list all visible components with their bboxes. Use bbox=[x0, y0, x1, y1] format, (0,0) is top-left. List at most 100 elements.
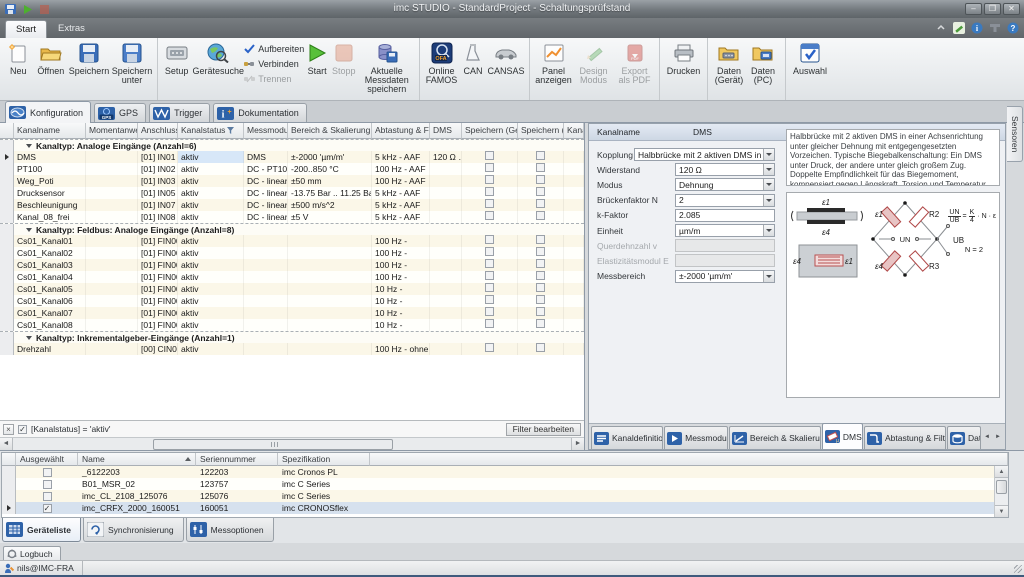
table-row[interactable]: Kanal_08_frei[01] IN08aktivDC - linear±5… bbox=[0, 211, 584, 223]
cell-anschluss[interactable]: [01] IN05 bbox=[138, 187, 178, 199]
dropdown-arrow-icon[interactable] bbox=[763, 271, 774, 282]
cell-dms[interactable] bbox=[430, 259, 462, 271]
cell-kanalstatus[interactable]: aktiv bbox=[178, 163, 244, 175]
cell-messmodus[interactable] bbox=[244, 259, 288, 271]
cell-momentanwert[interactable] bbox=[86, 211, 138, 223]
cell-kanalname[interactable]: Cs01_Kanal06 bbox=[14, 295, 86, 307]
cell-kanalname[interactable]: Cs01_Kanal02 bbox=[14, 247, 86, 259]
cell-dms[interactable]: 120 Ω … bbox=[430, 151, 462, 163]
cell-momentanwert[interactable] bbox=[86, 283, 138, 295]
cell-abtastung[interactable]: 10 Hz - bbox=[372, 319, 430, 331]
cell-kanalname[interactable]: Cs01_Kanal03 bbox=[14, 259, 86, 271]
cell-abtastung[interactable]: 100 Hz - AAF bbox=[372, 163, 430, 175]
row-selector[interactable] bbox=[0, 163, 14, 175]
channel-group-row[interactable]: Kanaltyp: Analoge Eingänge (Anzahl=6) bbox=[0, 139, 584, 151]
cell-device-name[interactable]: imc_CRFX_2000_160051 bbox=[78, 502, 196, 514]
cell-kanalstatus[interactable]: aktiv bbox=[178, 199, 244, 211]
cell-bereich[interactable] bbox=[288, 259, 372, 271]
panel-tab-messmodus[interactable]: Messmodus bbox=[664, 426, 728, 449]
cell-speichern-geraet[interactable] bbox=[462, 235, 518, 247]
cell-dms[interactable] bbox=[430, 199, 462, 211]
cell-kanalstatus[interactable]: aktiv bbox=[178, 307, 244, 319]
header-speichern-pc[interactable]: Speichern (PC) bbox=[518, 123, 564, 139]
connect-button[interactable]: Verbinden bbox=[244, 57, 304, 70]
speichern-pc-checkbox[interactable] bbox=[536, 283, 545, 292]
info-icon[interactable]: i bbox=[971, 22, 983, 34]
scroll-right-arrow[interactable]: ► bbox=[571, 438, 584, 450]
cell-messmodus[interactable]: DMS bbox=[244, 151, 288, 163]
ribbon-tab-extras[interactable]: Extras bbox=[48, 20, 95, 38]
cell-ausgewaehlt[interactable] bbox=[16, 466, 78, 478]
device-row[interactable]: imc_CL_2108_125076125076imc C Series bbox=[2, 490, 1008, 502]
speichern-pc-checkbox[interactable] bbox=[536, 271, 545, 280]
speichern-pc-checkbox[interactable] bbox=[536, 259, 545, 268]
cell-spezifikation[interactable]: imc C Series bbox=[278, 490, 370, 502]
cell-abtastung[interactable]: 10 Hz - bbox=[372, 283, 430, 295]
cell-anschluss[interactable]: [01] FIN004 bbox=[138, 271, 178, 283]
cell-messmodus[interactable] bbox=[244, 235, 288, 247]
device-row[interactable]: B01_MSR_02123757imc C Series bbox=[2, 478, 1008, 490]
header-momentanwert[interactable]: Momentanwert bbox=[86, 123, 138, 139]
cell-dms[interactable] bbox=[430, 283, 462, 295]
speichern-geraet-checkbox[interactable] bbox=[485, 271, 494, 280]
cell-anschluss[interactable]: [01] FIN007 bbox=[138, 307, 178, 319]
table-row[interactable]: Cs01_Kanal03[01] FIN003aktiv100 Hz - bbox=[0, 259, 584, 271]
speichern-geraet-checkbox[interactable] bbox=[485, 163, 494, 172]
cell-speichern-geraet[interactable] bbox=[462, 175, 518, 187]
speichern-pc-checkbox[interactable] bbox=[536, 343, 545, 352]
cell-device-name[interactable]: _6122203 bbox=[78, 466, 196, 478]
cell-abtastung[interactable]: 100 Hz - bbox=[372, 259, 430, 271]
cell-momentanwert[interactable] bbox=[86, 151, 138, 163]
cell-momentanwert[interactable] bbox=[86, 247, 138, 259]
speichern-pc-checkbox[interactable] bbox=[536, 247, 545, 256]
row-selector[interactable] bbox=[0, 211, 14, 223]
filter-edit-button[interactable]: Filter bearbeiten bbox=[506, 423, 581, 436]
cell-speichern-geraet[interactable] bbox=[462, 343, 518, 355]
row-selector[interactable] bbox=[0, 235, 14, 247]
cell-dms[interactable] bbox=[430, 187, 462, 199]
speichern-geraet-checkbox[interactable] bbox=[485, 343, 494, 352]
cell-ausgewaehlt[interactable] bbox=[16, 490, 78, 502]
cell-messmodus[interactable] bbox=[244, 271, 288, 283]
cell-speichern-pc[interactable] bbox=[518, 163, 564, 175]
cell-speichern-pc[interactable] bbox=[518, 271, 564, 283]
speichern-geraet-checkbox[interactable] bbox=[485, 295, 494, 304]
cell-speichern-pc[interactable] bbox=[518, 199, 564, 211]
tab-trigger[interactable]: Trigger bbox=[149, 103, 210, 122]
speichern-pc-checkbox[interactable] bbox=[536, 319, 545, 328]
row-selector[interactable] bbox=[0, 199, 14, 211]
cell-speichern-geraet[interactable] bbox=[462, 187, 518, 199]
prepare-button[interactable]: Aufbereiten bbox=[244, 42, 304, 55]
cell-dms[interactable] bbox=[430, 343, 462, 355]
cell-kanalstatus[interactable]: aktiv bbox=[178, 235, 244, 247]
cell-bereich[interactable] bbox=[288, 271, 372, 283]
cell-kanalstatus[interactable]: aktiv bbox=[178, 295, 244, 307]
speichern-pc-checkbox[interactable] bbox=[536, 307, 545, 316]
open-button[interactable]: Öffnen bbox=[34, 39, 68, 77]
cell-momentanwert[interactable] bbox=[86, 187, 138, 199]
cell-kanalname[interactable]: Cs01_Kanal05 bbox=[14, 283, 86, 295]
cell-messmodus[interactable]: DC - linear bbox=[244, 199, 288, 211]
speichern-geraet-checkbox[interactable] bbox=[485, 151, 494, 160]
quick-stop-icon[interactable] bbox=[39, 4, 51, 15]
cell-momentanwert[interactable] bbox=[86, 259, 138, 271]
cell-speichern-pc[interactable] bbox=[518, 151, 564, 163]
edit-view-icon[interactable] bbox=[953, 22, 965, 34]
dropdown-arrow-icon[interactable] bbox=[763, 149, 774, 160]
device-selected-checkbox[interactable] bbox=[43, 492, 52, 501]
cell-momentanwert[interactable] bbox=[86, 307, 138, 319]
cell-spezifikation[interactable]: imc CRONOSflex bbox=[278, 502, 370, 514]
dropdown-arrow-icon[interactable] bbox=[763, 195, 774, 206]
device-row[interactable]: _6122203122203imc Cronos PL bbox=[2, 466, 1008, 478]
device-search-button[interactable]: Gerätesuche bbox=[192, 39, 244, 77]
row-selector[interactable] bbox=[0, 271, 14, 283]
cell-speichern-geraet[interactable] bbox=[462, 307, 518, 319]
table-row[interactable]: Cs01_Kanal06[01] FIN006aktiv10 Hz - bbox=[0, 295, 584, 307]
cell-kanalstatus[interactable]: aktiv bbox=[178, 271, 244, 283]
speichern-geraet-checkbox[interactable] bbox=[485, 319, 494, 328]
cell-momentanwert[interactable] bbox=[86, 163, 138, 175]
panel-tab-daten[interactable]: Dat bbox=[947, 426, 981, 449]
cell-kanalstatus[interactable]: aktiv bbox=[178, 259, 244, 271]
cell-anschluss[interactable]: [01] FIN002 bbox=[138, 247, 178, 259]
speichern-pc-checkbox[interactable] bbox=[536, 163, 545, 172]
